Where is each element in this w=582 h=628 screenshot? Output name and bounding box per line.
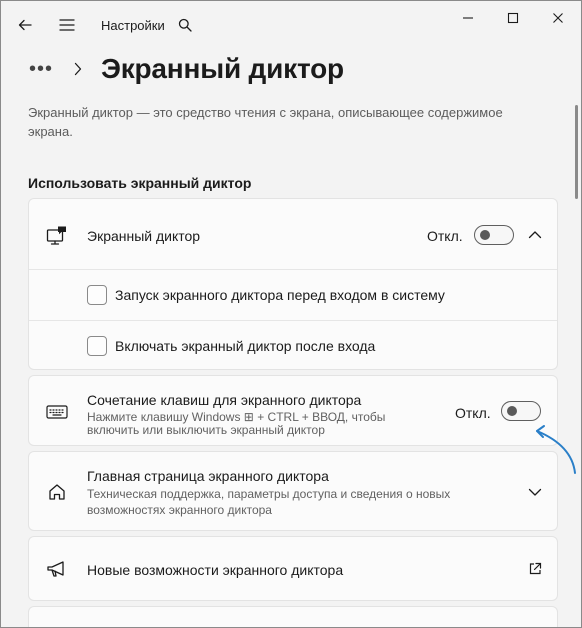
shortcut-card: Сочетание клавиш для экранного диктора Н… xyxy=(28,375,558,446)
chevron-up-icon[interactable] xyxy=(523,223,547,247)
close-icon xyxy=(553,13,563,23)
narrator-state-text: Откл. xyxy=(427,228,463,244)
narrator-row[interactable]: Экранный диктор Откл. xyxy=(29,199,557,269)
option-start-before-signin[interactable]: Запуск экранного диктора перед входом в … xyxy=(29,269,557,320)
settings-window: Настройки ••• Экранный диктор Экранный д… xyxy=(0,0,582,628)
back-button[interactable] xyxy=(11,12,39,38)
narrator-card: Экранный диктор Откл. Запуск экранного д… xyxy=(28,198,558,370)
close-button[interactable] xyxy=(538,5,578,31)
chevron-right-icon xyxy=(73,62,87,76)
search-button[interactable] xyxy=(171,12,199,38)
toggle-knob xyxy=(507,406,517,416)
open-external-icon[interactable] xyxy=(523,557,547,581)
page-description: Экранный диктор — это средство чтения с … xyxy=(28,105,503,139)
toggle-knob xyxy=(480,230,490,240)
shortcut-state-text: Откл. xyxy=(455,405,491,421)
maximize-icon xyxy=(507,12,519,24)
checkbox-start-after-signin[interactable] xyxy=(87,336,107,356)
annotation-arrow-icon xyxy=(536,425,576,474)
narrator-home-card[interactable]: Главная страница экранного диктора Техни… xyxy=(28,451,558,531)
breadcrumb-more-button[interactable]: ••• xyxy=(29,59,59,79)
minimize-button[interactable] xyxy=(448,5,488,31)
home-icon xyxy=(45,480,69,504)
title-bar: Настройки xyxy=(1,1,581,47)
search-icon xyxy=(178,18,192,32)
option-label: Запуск экранного диктора перед входом в … xyxy=(115,287,445,303)
keyboard-icon xyxy=(45,400,69,424)
whats-new-card[interactable]: Новые возможности экранного диктора xyxy=(28,536,558,601)
narrator-label: Экранный диктор xyxy=(87,228,201,244)
narrator-home-description-line2: возможностях экранного диктора xyxy=(87,503,272,517)
shortcut-label: Сочетание клавиш для экранного диктора xyxy=(87,392,362,408)
page-title: Экранный диктор xyxy=(101,53,344,84)
chevron-down-icon[interactable] xyxy=(523,480,547,504)
section-title: Использовать экранный диктор xyxy=(28,175,252,191)
app-title: Настройки xyxy=(101,18,165,33)
scrollbar-thumb[interactable] xyxy=(575,105,578,199)
maximize-button[interactable] xyxy=(493,5,533,31)
checkbox-start-before-signin[interactable] xyxy=(87,285,107,305)
option-label: Включать экранный диктор после входа xyxy=(115,338,376,354)
shortcut-description-line2: включить или выключить экранный диктор xyxy=(87,423,325,437)
hamburger-menu-icon xyxy=(59,19,75,31)
megaphone-icon xyxy=(45,557,69,581)
minimize-icon xyxy=(463,17,473,19)
shortcut-toggle[interactable] xyxy=(501,401,541,421)
navigation-menu-button[interactable] xyxy=(53,12,81,38)
back-arrow-icon xyxy=(18,19,32,31)
narrator-home-label: Главная страница экранного диктора xyxy=(87,468,329,484)
narrator-home-description-line1: Техническая поддержка, параметры доступа… xyxy=(87,487,451,501)
breadcrumb: ••• Экранный диктор xyxy=(29,49,344,89)
narrator-icon xyxy=(45,223,69,247)
option-start-after-signin[interactable]: Включать экранный диктор после входа xyxy=(29,320,557,370)
narrator-toggle[interactable] xyxy=(474,225,514,245)
whats-new-label: Новые возможности экранного диктора xyxy=(87,562,344,578)
next-card-partial xyxy=(28,606,558,627)
